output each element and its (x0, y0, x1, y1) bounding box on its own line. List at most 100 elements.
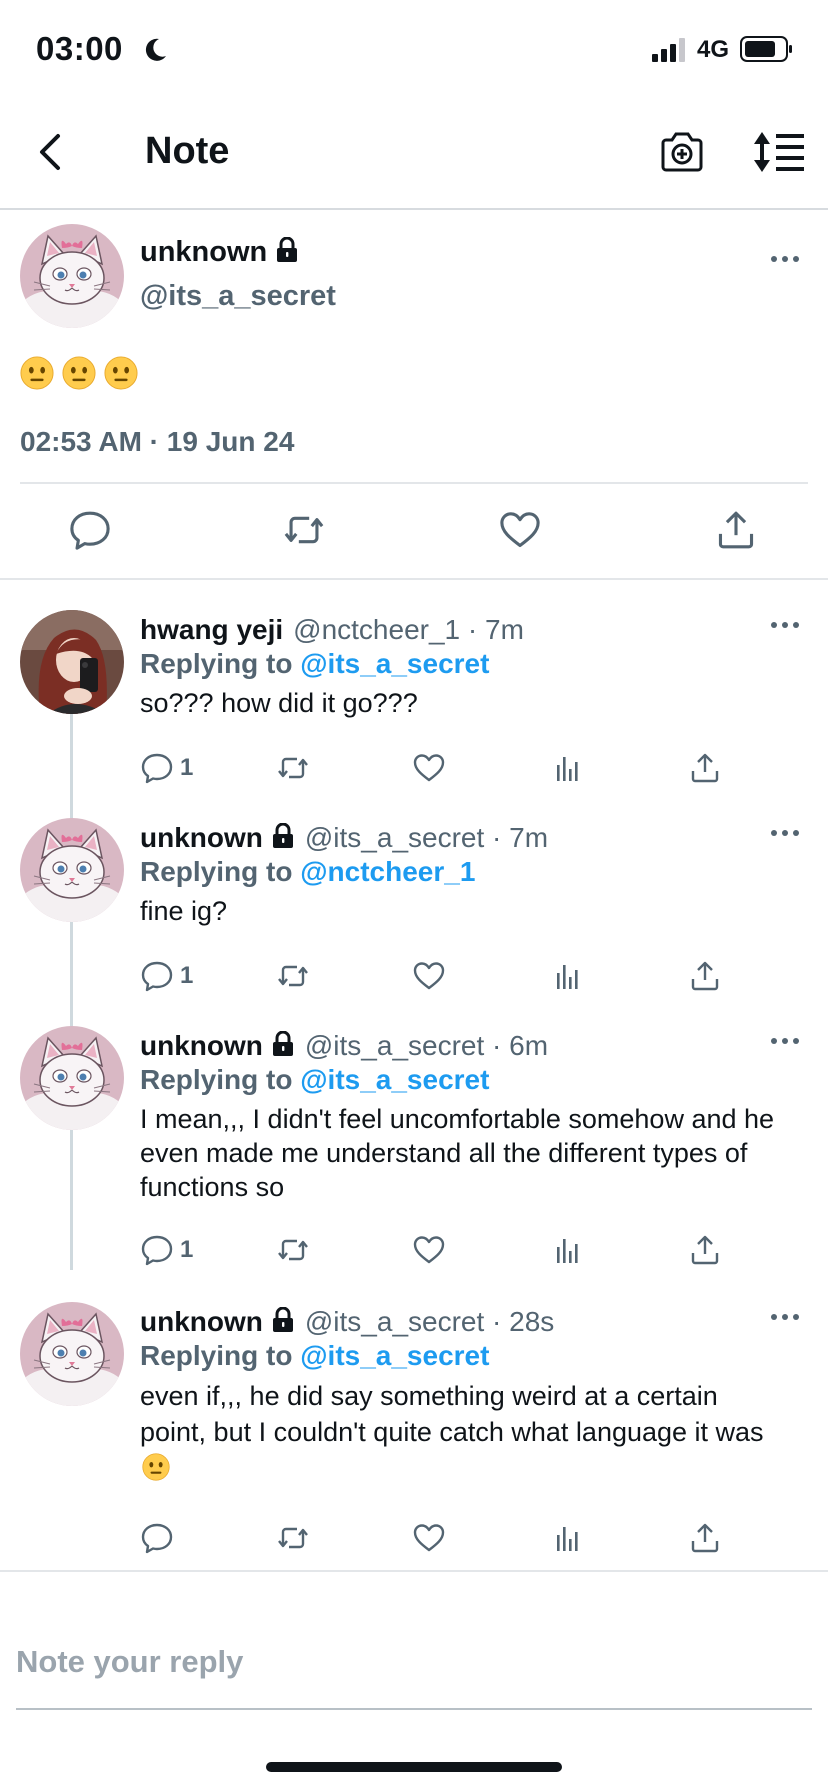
avatar[interactable] (20, 818, 124, 922)
network-label: 4G (697, 36, 730, 63)
neutral-face-emoji-icon (104, 356, 138, 390)
share-icon (688, 959, 722, 993)
home-indicator[interactable] (266, 1762, 562, 1772)
replying-prefix: Replying to (140, 856, 293, 887)
heart-icon (412, 959, 446, 993)
share-button[interactable] (688, 958, 722, 994)
stats-button[interactable] (550, 1520, 584, 1556)
reply-input[interactable] (16, 1644, 812, 1680)
share-button[interactable] (688, 1232, 722, 1268)
like-button[interactable] (412, 1520, 446, 1556)
reply-author-name[interactable]: hwang yeji (140, 614, 283, 645)
share-button[interactable] (688, 750, 722, 786)
reply-button[interactable]: 1 (140, 958, 193, 994)
reply-icon[interactable] (68, 508, 112, 552)
replying-to: Replying to @nctcheer_1 (140, 856, 475, 888)
heart-icon (412, 751, 446, 785)
like-button[interactable] (412, 958, 446, 994)
renote-icon (276, 1521, 310, 1555)
mention-link[interactable]: @its_a_secret (300, 648, 489, 679)
reply-icon (140, 1233, 174, 1267)
sort-icon[interactable] (752, 128, 806, 176)
neutral-face-emoji-icon (142, 1453, 170, 1481)
reply-actions: 1 (140, 958, 740, 998)
reply-header: unknown @its_a_secret · 7m (140, 822, 548, 854)
like-button[interactable] (412, 750, 446, 786)
reply-item[interactable]: unknown @its_a_secret · 28s Replying to @… (0, 1282, 828, 1572)
avatar[interactable] (20, 1026, 124, 1130)
avatar[interactable] (20, 224, 124, 328)
replying-prefix: Replying to (140, 648, 293, 679)
reply-button[interactable] (140, 1520, 174, 1556)
reply-header: unknown @its_a_secret · 28s (140, 1306, 554, 1338)
reply-author-name[interactable]: unknown (140, 1030, 263, 1061)
renote-button[interactable] (276, 750, 310, 786)
moon-icon (145, 38, 166, 61)
reply-author-name[interactable]: unknown (140, 1306, 263, 1337)
divider (20, 482, 808, 484)
reply-actions: 1 (140, 1232, 740, 1272)
author-name[interactable]: unknown (140, 236, 299, 269)
divider (0, 1570, 828, 1572)
heart-icon[interactable] (498, 508, 542, 552)
renote-icon[interactable] (282, 508, 326, 552)
replying-to: Replying to @its_a_secret (140, 1340, 489, 1372)
like-button[interactable] (412, 1232, 446, 1268)
lock-icon (271, 823, 295, 849)
page-title: Note (145, 130, 230, 172)
camera-icon[interactable] (658, 128, 706, 176)
share-icon (688, 751, 722, 785)
renote-button[interactable] (276, 958, 310, 994)
reply-meta: @its_a_secret · 28s (304, 1306, 555, 1337)
mention-link[interactable]: @nctcheer_1 (300, 856, 475, 887)
reply-item[interactable]: unknown @its_a_secret · 7m Replying to @n… (0, 798, 828, 1006)
stats-button[interactable] (550, 958, 584, 994)
avatar[interactable] (20, 1302, 124, 1406)
white-cat-avatar-icon (20, 224, 124, 328)
stats-icon (550, 959, 584, 993)
share-button[interactable] (688, 1520, 722, 1556)
mention-link[interactable]: @its_a_secret (300, 1340, 489, 1371)
neutral-face-emoji-icon (20, 356, 54, 390)
renote-button[interactable] (276, 1232, 310, 1268)
stats-button[interactable] (550, 750, 584, 786)
avatar[interactable] (20, 610, 124, 714)
mention-link[interactable]: @its_a_secret (300, 1064, 489, 1095)
back-arrow-icon[interactable] (24, 124, 80, 180)
reply-composer (16, 1620, 812, 1710)
white-cat-avatar-icon (20, 1302, 124, 1406)
white-cat-avatar-icon (20, 818, 124, 922)
reply-header: unknown @its_a_secret · 6m (140, 1030, 548, 1062)
stats-icon (550, 1233, 584, 1267)
author-handle[interactable]: @its_a_secret (140, 280, 336, 313)
reply-icon (140, 751, 174, 785)
reply-meta: @nctcheer_1 · 7m (293, 614, 524, 645)
more-options-icon[interactable] (770, 1312, 800, 1322)
more-options-icon[interactable] (770, 620, 800, 630)
replying-prefix: Replying to (140, 1064, 293, 1095)
reply-item[interactable]: unknown @its_a_secret · 6m Replying to @i… (0, 1006, 828, 1282)
renote-button[interactable] (276, 1520, 310, 1556)
note-timestamp: 02:53 AM · 19 Jun 24 (20, 426, 295, 457)
heart-icon (412, 1233, 446, 1267)
replying-prefix: Replying to (140, 1340, 293, 1371)
reply-author-name[interactable]: unknown (140, 822, 263, 853)
reply-count: 1 (180, 1236, 194, 1263)
reply-button[interactable]: 1 (140, 750, 193, 786)
more-options-icon[interactable] (770, 1036, 800, 1046)
reply-text: even if,,, he did say something weird at… (140, 1381, 764, 1447)
reply-item[interactable]: hwang yeji @nctcheer_1 · 7m Replying to @… (0, 590, 828, 798)
replying-to: Replying to @its_a_secret (140, 648, 489, 680)
status-bar: 03:00 4G (0, 0, 828, 100)
more-options-icon[interactable] (770, 254, 800, 264)
girl-photo-avatar-icon (20, 610, 124, 714)
reply-button[interactable]: 1 (140, 1232, 193, 1268)
reply-icon (140, 959, 174, 993)
stats-icon (550, 751, 584, 785)
more-options-icon[interactable] (770, 828, 800, 838)
share-icon[interactable] (714, 508, 758, 552)
white-cat-avatar-icon (20, 1026, 124, 1130)
stats-button[interactable] (550, 1232, 584, 1268)
reply-icon (140, 1521, 174, 1555)
reply-header: hwang yeji @nctcheer_1 · 7m (140, 614, 524, 646)
